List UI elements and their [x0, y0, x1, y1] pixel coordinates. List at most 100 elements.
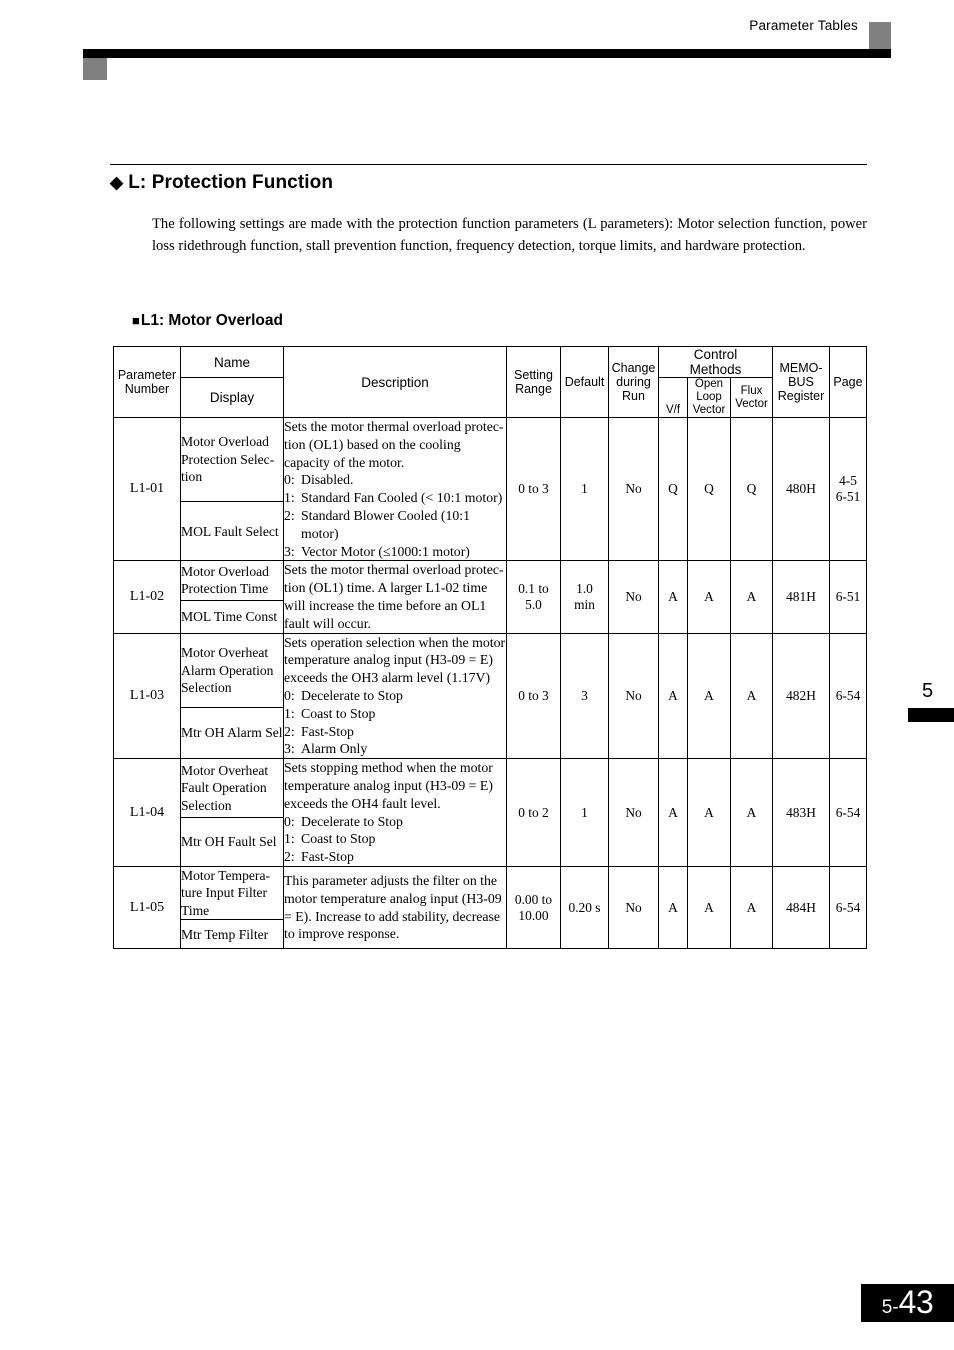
cell-display: Mtr OH Alarm Sel	[180, 707, 284, 760]
description-option: 2: Fast-Stop	[284, 723, 506, 741]
square-bullet-icon: ■	[132, 313, 140, 328]
cell-display: MOL Time Const	[180, 599, 284, 634]
col-header-flux-vector: Flux Vector	[730, 377, 773, 418]
cell-parameter-number: L1-01	[113, 416, 181, 562]
cell-change-during-run: No	[608, 758, 659, 867]
option-key: 2:	[284, 507, 295, 523]
cell-setting-range: 0 to 3	[506, 416, 561, 562]
cell-vf: A	[658, 632, 688, 760]
cell-parameter-number: L1-02	[113, 560, 181, 634]
col-header-display: Display	[180, 377, 284, 418]
cell-memobus-register: 484H	[772, 865, 830, 950]
option-key: 3:	[284, 543, 295, 559]
option-value: Fast-Stop	[301, 723, 354, 739]
cell-display: Mtr OH Fault Sel	[180, 816, 284, 867]
cell-vf: A	[658, 758, 688, 867]
option-key: 0:	[284, 813, 295, 829]
page-folio: 5- 43	[861, 1284, 954, 1322]
cell-memobus-register: 481H	[772, 560, 830, 634]
cell-name: Motor Tempera-ture Input Filter Time	[180, 865, 284, 921]
option-value: Decelerate to Stop	[301, 813, 403, 829]
option-value: Alarm Only	[301, 741, 368, 757]
cell-open-loop-vector: Q	[687, 416, 731, 562]
option-value: Disabled.	[301, 472, 354, 488]
folio-section: 5-	[881, 1297, 899, 1318]
cell-open-loop-vector: A	[687, 758, 731, 867]
cell-setting-range: 0.00 to 10.00	[506, 865, 561, 950]
option-value: Standard Blower Cooled (10:1 motor)	[301, 507, 470, 541]
section-top-rule	[110, 164, 867, 165]
col-header-control-methods: Control Methods	[658, 346, 773, 378]
description-option: 1: Standard Fan Cooled (< 10:1 motor)	[284, 489, 506, 507]
chapter-thumb-number: 5	[922, 680, 934, 702]
cell-parameter-number: L1-04	[113, 758, 181, 867]
description-option: 1: Coast to Stop	[284, 705, 506, 723]
cell-change-during-run: No	[608, 865, 659, 950]
description-option: 3: Alarm Only	[284, 740, 506, 758]
cell-flux-vector: A	[730, 560, 773, 634]
cell-parameter-number: L1-05	[113, 865, 181, 950]
cell-setting-range: 0 to 2	[506, 758, 561, 867]
cell-open-loop-vector: A	[687, 560, 731, 634]
section-title-text: L: Protection Function	[128, 172, 334, 193]
option-value: Fast-Stop	[301, 849, 354, 865]
description-options: 0: Decelerate to Stop 1: Coast to Stop 2: F…	[284, 813, 506, 866]
cell-open-loop-vector: A	[687, 632, 731, 760]
header-rule-bar	[83, 49, 891, 58]
table-row: L1-04 Motor Overheat Fault Operation Sel…	[113, 758, 867, 867]
cell-description: Sets the motor thermal overload protec-t…	[283, 416, 507, 562]
cell-page: 6-51	[829, 560, 867, 634]
cell-memobus-register: 482H	[772, 632, 830, 760]
description-option: 0: Decelerate to Stop	[284, 687, 506, 705]
cell-description: Sets operation selection when the motor …	[283, 632, 507, 760]
parameter-table-container: Parameter Number Name Description Settin…	[113, 346, 867, 950]
option-value: Vector Motor (≤1000:1 motor)	[301, 543, 470, 559]
col-header-description: Description	[283, 346, 507, 418]
cell-default: 1.0 min	[560, 560, 609, 634]
running-header-title: Parameter Tables	[749, 18, 858, 33]
option-key: 1:	[284, 490, 295, 506]
cell-flux-vector: Q	[730, 416, 773, 562]
subsection-title: ■L1: Motor Overload	[132, 312, 283, 330]
chapter-thumb-bar	[908, 708, 954, 722]
table-row: L1-02 Motor Overload Protection Time Set…	[113, 560, 867, 634]
cell-change-during-run: No	[608, 560, 659, 634]
col-header-change-during-run: Change during Run	[608, 346, 659, 418]
table-row: L1-01 Motor Overload Protection Selec-ti…	[113, 416, 867, 562]
col-header-open-loop-vector: Open Loop Vector	[687, 377, 731, 418]
option-key: 1:	[284, 831, 295, 847]
cell-name: Motor Overload Protection Time	[180, 560, 284, 601]
cell-flux-vector: A	[730, 758, 773, 867]
col-header-default: Default	[560, 346, 609, 418]
cell-page: 6-54	[829, 632, 867, 760]
description-option: 0: Disabled.	[284, 471, 506, 489]
cell-default: 0.20 s	[560, 865, 609, 950]
col-header-name: Name	[180, 346, 284, 378]
description-intro: This parameter adjusts the filter on the…	[284, 873, 502, 942]
option-value: Standard Fan Cooled (< 10:1 motor)	[301, 490, 503, 506]
option-value: Coast to Stop	[301, 831, 376, 847]
option-key: 2:	[284, 849, 295, 865]
table-row: L1-03 Motor Overheat Alarm Operation Sel…	[113, 632, 867, 760]
cell-description: Sets the motor thermal overload protec-t…	[283, 560, 507, 634]
description-intro: Sets the motor thermal overload protec-t…	[284, 419, 504, 470]
table-head: Parameter Number Name Description Settin…	[113, 346, 867, 418]
cell-change-during-run: No	[608, 416, 659, 562]
cell-setting-range: 0 to 3	[506, 632, 561, 760]
cell-memobus-register: 480H	[772, 416, 830, 562]
section-intro-paragraph: The following settings are made with the…	[152, 216, 867, 254]
cell-page: 6-54	[829, 865, 867, 950]
description-intro: Sets the motor thermal overload protec-t…	[284, 562, 504, 631]
col-header-vf: V/f	[658, 377, 688, 418]
cell-description: Sets stopping method when the motor temp…	[283, 758, 507, 867]
description-intro: Sets stopping method when the motor temp…	[284, 760, 493, 811]
option-value: Decelerate to Stop	[301, 687, 403, 703]
col-header-memobus-register: MEMO- BUS Register	[772, 346, 830, 418]
subsection-title-text: L1: Motor Overload	[140, 312, 283, 329]
cell-setting-range: 0.1 to 5.0	[506, 560, 561, 634]
cell-vf: A	[658, 560, 688, 634]
parameter-table: Parameter Number Name Description Settin…	[113, 346, 867, 950]
cell-description: This parameter adjusts the filter on the…	[283, 865, 507, 950]
cell-display: Mtr Temp Filter	[180, 919, 284, 950]
cell-display: MOL Fault Select	[180, 501, 284, 562]
